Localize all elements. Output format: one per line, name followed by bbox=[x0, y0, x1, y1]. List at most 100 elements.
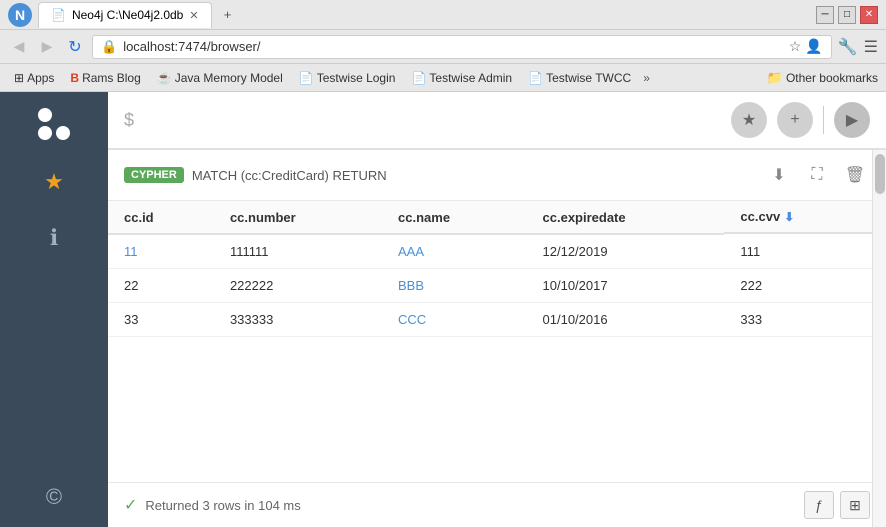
cell-id[interactable]: 11 bbox=[108, 234, 214, 269]
maximize-button[interactable]: □ bbox=[838, 6, 856, 24]
close-button[interactable]: ✕ bbox=[860, 6, 878, 24]
active-tab[interactable]: 📄 Neo4j C:\Ne04j2.0db ✕ bbox=[38, 2, 212, 28]
query-bar: $ ★ + ▶ bbox=[108, 92, 886, 149]
bookmark-java-label: Java Memory Model bbox=[175, 71, 283, 85]
cell-expiredate: 12/12/2019 bbox=[527, 234, 725, 269]
dot-4 bbox=[56, 126, 70, 140]
bookmarks-other[interactable]: 📁 Other bookmarks bbox=[767, 70, 878, 86]
results-actions: ⬇ ⛶ 🗑 bbox=[764, 160, 870, 190]
menu-icon[interactable]: ☰ bbox=[864, 37, 878, 57]
cypher-badge: CYPHER bbox=[124, 167, 184, 183]
url-icons: ☆ 👤 bbox=[789, 38, 823, 55]
bookmark-testwise-login[interactable]: 📄 Testwise Login bbox=[293, 69, 402, 87]
browser-logo: N bbox=[8, 3, 32, 27]
status-bar: ✓ Returned 3 rows in 104 ms ƒ ⊞ bbox=[108, 482, 886, 527]
grid-view-button[interactable]: ⊞ bbox=[840, 491, 870, 519]
bookmark-rams-blog[interactable]: B Rams Blog bbox=[64, 69, 146, 87]
code-view-button[interactable]: ƒ bbox=[804, 491, 834, 519]
tab-close-button[interactable]: ✕ bbox=[189, 9, 198, 22]
cell-name[interactable]: CCC bbox=[382, 303, 527, 337]
tab-title: Neo4j C:\Ne04j2.0db bbox=[72, 8, 183, 22]
apps-icon: ⊞ bbox=[14, 71, 24, 85]
window-controls: ─ □ ✕ bbox=[816, 6, 878, 24]
dot-1 bbox=[38, 108, 52, 122]
sidebar-bottom: © bbox=[36, 479, 72, 515]
java-icon: ☕ bbox=[157, 71, 172, 85]
table-container: cc.id cc.number cc.name cc.expiredate cc… bbox=[108, 201, 886, 337]
delete-button[interactable]: 🗑 bbox=[840, 160, 870, 190]
status-text: Returned 3 rows in 104 ms bbox=[145, 498, 300, 513]
cell-number: 111111 bbox=[214, 234, 382, 269]
scrollbar[interactable] bbox=[872, 150, 886, 527]
sidebar-copyright-icon[interactable]: © bbox=[36, 479, 72, 515]
col-number: cc.number bbox=[214, 201, 382, 234]
scrollbar-thumb[interactable] bbox=[875, 154, 885, 194]
bookmark-rams-blog-label: Rams Blog bbox=[82, 71, 141, 85]
sidebar-info-icon[interactable]: ℹ bbox=[36, 220, 72, 256]
bookmark-testwise-login-label: Testwise Login bbox=[317, 71, 396, 85]
user-icon[interactable]: 👤 bbox=[805, 38, 822, 55]
cell-expiredate: 10/10/2017 bbox=[527, 269, 725, 303]
col-cvv: cc.cvv ⬇ bbox=[724, 201, 872, 234]
results-panel: CYPHER MATCH (cc:CreditCard) RETURN ⬇ ⛶ … bbox=[108, 149, 886, 527]
cell-name[interactable]: AAA bbox=[382, 234, 527, 269]
refresh-button[interactable]: ↻ bbox=[64, 36, 86, 58]
query-divider bbox=[823, 106, 824, 134]
cell-cvv: 111 bbox=[724, 234, 872, 269]
bookmark-testwise-admin[interactable]: 📄 Testwise Admin bbox=[405, 69, 518, 87]
wrench-icon[interactable]: 🔧 bbox=[838, 37, 858, 57]
bookmark-apps-label: Apps bbox=[27, 71, 54, 85]
testwise-twcc-icon: 📄 bbox=[528, 71, 543, 85]
bookmarks-other-label: Other bookmarks bbox=[786, 71, 878, 85]
favorite-query-button[interactable]: ★ bbox=[731, 102, 767, 138]
table-row: 11 111111 AAA 12/12/2019 111 bbox=[108, 234, 872, 269]
url-box[interactable]: 🔒 localhost:7474/browser/ ☆ 👤 bbox=[92, 35, 832, 59]
col-name: cc.name bbox=[382, 201, 527, 234]
star-icon[interactable]: ☆ bbox=[789, 38, 802, 55]
bookmark-testwise-admin-label: Testwise Admin bbox=[429, 71, 512, 85]
download-button[interactable]: ⬇ bbox=[764, 160, 794, 190]
browser-titlebar: N 📄 Neo4j C:\Ne04j2.0db ✕ + ─ □ ✕ bbox=[0, 0, 886, 30]
dollar-sign: $ bbox=[124, 110, 134, 131]
minimize-button[interactable]: ─ bbox=[816, 6, 834, 24]
cell-number: 333333 bbox=[214, 303, 382, 337]
back-button[interactable]: ◀ bbox=[8, 36, 30, 58]
col-cvv-label: cc.cvv bbox=[740, 209, 780, 224]
run-query-button[interactable]: ▶ bbox=[834, 102, 870, 138]
results-header: CYPHER MATCH (cc:CreditCard) RETURN ⬇ ⛶ … bbox=[108, 150, 886, 201]
bookmark-java[interactable]: ☕ Java Memory Model bbox=[151, 69, 289, 87]
cell-number: 222222 bbox=[214, 269, 382, 303]
col-cvv-download-icon[interactable]: ⬇ bbox=[784, 210, 794, 224]
bookmark-testwise-twcc-label: Testwise TWCC bbox=[546, 71, 631, 85]
data-table: cc.id cc.number cc.name cc.expiredate cc… bbox=[108, 201, 872, 337]
content-area: $ ★ + ▶ CYPHER MATCH (cc:CreditCard) RET… bbox=[108, 92, 886, 527]
testwise-login-icon: 📄 bbox=[299, 71, 314, 85]
sidebar-favorites-icon[interactable]: ★ bbox=[36, 164, 72, 200]
cell-name[interactable]: BBB bbox=[382, 269, 527, 303]
sidebar-logo bbox=[29, 104, 79, 144]
rams-blog-icon: B bbox=[70, 71, 79, 85]
cell-id: 33 bbox=[108, 303, 214, 337]
tab-bar: N 📄 Neo4j C:\Ne04j2.0db ✕ + bbox=[8, 2, 816, 28]
bookmarks-more[interactable]: » bbox=[643, 71, 650, 85]
expand-button[interactable]: ⛶ bbox=[802, 160, 832, 190]
cell-cvv: 333 bbox=[724, 303, 872, 337]
bookmarks-bar: ⊞ Apps B Rams Blog ☕ Java Memory Model 📄… bbox=[0, 64, 886, 92]
bookmark-apps[interactable]: ⊞ Apps bbox=[8, 69, 60, 87]
col-id: cc.id bbox=[108, 201, 214, 234]
col-expiredate: cc.expiredate bbox=[527, 201, 725, 234]
new-tab-button[interactable]: + bbox=[216, 3, 240, 27]
cell-id: 22 bbox=[108, 269, 214, 303]
forward-button[interactable]: ▶ bbox=[36, 36, 58, 58]
dot-2 bbox=[56, 108, 70, 122]
logo-dots bbox=[38, 108, 70, 140]
table-row: 22 222222 BBB 10/10/2017 222 bbox=[108, 269, 872, 303]
query-text: MATCH (cc:CreditCard) RETURN bbox=[192, 168, 387, 183]
bookmark-testwise-twcc[interactable]: 📄 Testwise TWCC bbox=[522, 69, 637, 87]
address-bar: ◀ ▶ ↻ 🔒 localhost:7474/browser/ ☆ 👤 🔧 ☰ bbox=[0, 30, 886, 64]
sidebar: ★ ℹ © bbox=[0, 92, 108, 527]
add-query-button[interactable]: + bbox=[777, 102, 813, 138]
url-text: localhost:7474/browser/ bbox=[123, 39, 260, 54]
testwise-admin-icon: 📄 bbox=[411, 71, 426, 85]
cell-expiredate: 01/10/2016 bbox=[527, 303, 725, 337]
